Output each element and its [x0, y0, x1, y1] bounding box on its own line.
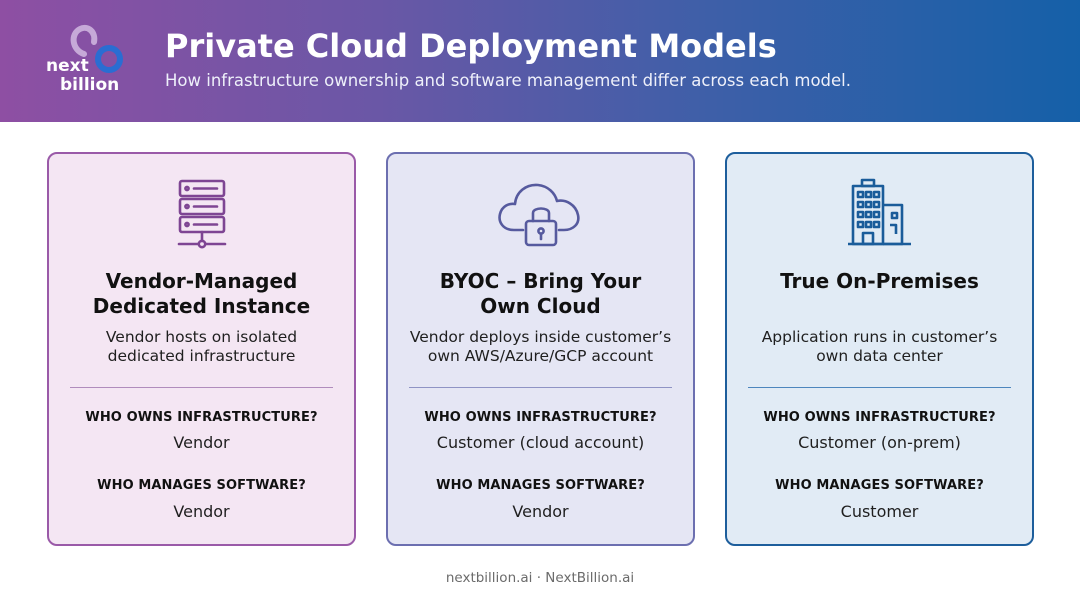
infrastructure-owner-label: WHO OWNS INFRASTRUCTURE? — [424, 410, 657, 425]
infrastructure-owner-value: Customer (cloud account) — [436, 433, 645, 452]
software-manager-value: Vendor — [512, 502, 569, 521]
card-desc-line2: own data center — [816, 347, 943, 365]
page-subtitle: How infrastructure ownership and softwar… — [165, 71, 852, 90]
software-manager-label: WHO MANAGES SOFTWARE? — [97, 478, 306, 493]
office-building-icon — [727, 178, 1032, 252]
logo-text-next: next — [46, 56, 89, 76]
card-divider — [409, 387, 672, 388]
header-banner: next billion Private Cloud Deployment Mo… — [0, 0, 1080, 122]
card-byoc: BYOC – Bring Your Own Cloud Vendor deplo… — [386, 152, 695, 546]
card-title-line2: Dedicated Instance — [92, 294, 311, 318]
software-manager-value: Vendor — [173, 502, 230, 521]
infrastructure-owner-label: WHO OWNS INFRASTRUCTURE? — [763, 410, 996, 425]
card-title-line2: Own Cloud — [480, 294, 601, 318]
infrastructure-owner-value: Customer (on-prem) — [798, 433, 961, 452]
card-title-line1: BYOC – Bring Your — [439, 269, 642, 293]
card-desc-line2: dedicated infrastructure — [107, 347, 296, 365]
cloud-lock-icon — [388, 178, 693, 252]
infrastructure-owner-value: Vendor — [173, 433, 230, 452]
card-desc-line1: Vendor deploys inside customer’s — [409, 328, 672, 346]
card-divider — [70, 387, 333, 388]
server-rack-icon — [49, 178, 354, 252]
infrastructure-owner-label: WHO OWNS INFRASTRUCTURE? — [85, 410, 318, 425]
card-vendor-managed: Vendor-Managed Dedicated Instance Vendor… — [47, 152, 356, 546]
footer-credit: nextbillion.ai · NextBillion.ai — [445, 570, 635, 586]
card-desc-line2: own AWS/Azure/GCP account — [427, 347, 654, 365]
software-manager-value: Customer — [840, 502, 919, 521]
page-title: Private Cloud Deployment Models — [165, 27, 777, 65]
card-on-premises: True On-Premises Application runs in cus… — [725, 152, 1034, 546]
logo-text-billion: billion — [60, 75, 120, 95]
card-title-line1: Vendor-Managed — [105, 269, 298, 293]
card-title-line1: True On-Premises — [780, 269, 979, 293]
software-manager-label: WHO MANAGES SOFTWARE? — [436, 478, 645, 493]
nextbillion-logo: next billion — [40, 24, 136, 100]
software-manager-label: WHO MANAGES SOFTWARE? — [775, 478, 984, 493]
card-desc-line1: Application runs in customer’s — [761, 328, 998, 346]
card-divider — [748, 387, 1011, 388]
card-desc-line1: Vendor hosts on isolated — [105, 328, 298, 346]
